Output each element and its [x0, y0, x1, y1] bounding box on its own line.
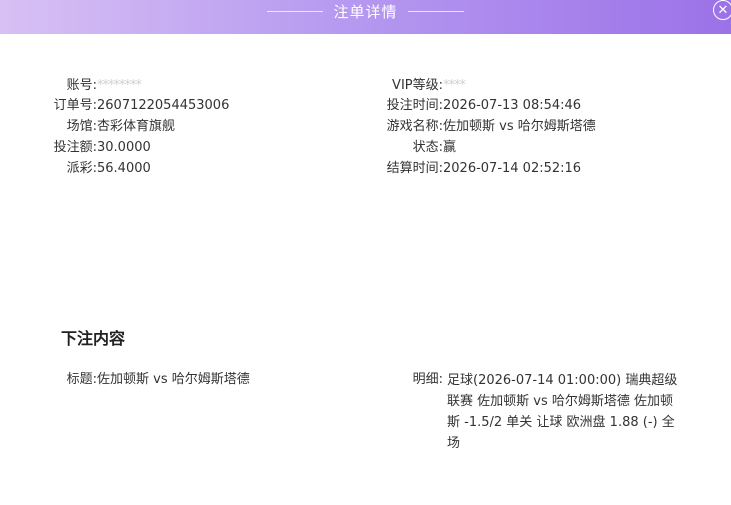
bet-detail-value: 足球(2026-07-14 01:00:00) 瑞典超级联赛 佐加顿斯 vs 哈… — [447, 373, 678, 451]
section-title-bet-content: 下注内容 — [61, 329, 126, 348]
header-deco-line-left — [267, 10, 324, 12]
info-row-settle-time: 结算时间:2026-07-14 02:52:16 — [0, 160, 581, 178]
dialog-header: 注单详情 — [0, 0, 731, 34]
bet-detail-label: 明细: — [412, 372, 443, 387]
info-row-status: 状态:赢 — [0, 139, 456, 157]
info-value: 2026-07-14 02:52:16 — [443, 161, 582, 176]
dialog-title: 注单详情 — [333, 2, 398, 21]
info-row-vip-level: VIP等级:**** — [0, 77, 466, 95]
status-value: 赢 — [443, 140, 457, 155]
bet-detail-label-row: 明细: — [0, 371, 443, 389]
info-row-bet-time: 投注时间:2026-07-13 08:54:46 — [0, 97, 581, 115]
info-label: VIP等级: — [392, 78, 443, 93]
info-value: 2026-07-13 08:54:46 — [443, 98, 582, 113]
info-label: 投注时间: — [386, 98, 443, 113]
info-value: 佐加顿斯 vs 哈尔姆斯塔德 — [443, 119, 596, 134]
info-value-masked: **** — [443, 78, 466, 93]
info-label: 游戏名称: — [386, 119, 443, 134]
close-icon[interactable]: ✕ — [713, 0, 731, 20]
header-title-wrap: 注单详情 — [0, 0, 731, 22]
info-label: 结算时间: — [386, 161, 443, 176]
info-row-game-name: 游戏名称:佐加顿斯 vs 哈尔姆斯塔德 — [0, 118, 596, 136]
info-label: 状态: — [412, 140, 443, 155]
header-deco-line-right — [407, 10, 464, 12]
